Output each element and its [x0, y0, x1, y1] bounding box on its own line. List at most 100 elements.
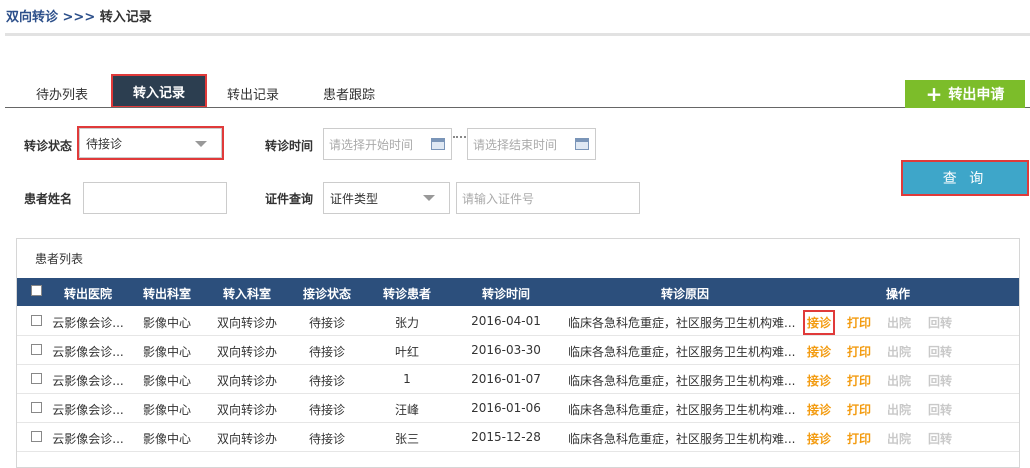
header-actions: 操作: [885, 287, 910, 301]
status-select[interactable]: 待接诊: [77, 126, 224, 160]
cell-status: 待接诊: [308, 316, 345, 330]
row-checkbox[interactable]: [31, 402, 42, 413]
header-reason: 转诊原因: [660, 287, 709, 301]
cell-status: 待接诊: [308, 345, 345, 359]
row-checkbox[interactable]: [31, 373, 42, 384]
calendar-icon[interactable]: [575, 138, 589, 150]
breadcrumb: 双向转诊 >>> 转入记录: [6, 6, 152, 25]
discharge-link[interactable]: 出院: [887, 343, 911, 360]
date-range-separator: [453, 136, 466, 138]
discharge-link[interactable]: 出院: [887, 401, 911, 418]
cell-out-hospital: 云影像会诊...: [52, 403, 124, 417]
id-number-input[interactable]: 请输入证件号: [456, 182, 640, 214]
id-number-placeholder: 请输入证件号: [462, 191, 535, 206]
select-all-checkbox[interactable]: [31, 285, 42, 296]
accept-link[interactable]: 接诊: [807, 372, 831, 389]
tabs-underline: [5, 107, 1030, 108]
status-label: 转诊状态: [24, 139, 73, 153]
transfer-out-apply-button[interactable]: + 转出申请: [905, 80, 1025, 108]
accept-link[interactable]: 接诊: [807, 401, 831, 418]
query-button[interactable]: 查 询: [901, 160, 1029, 196]
cell-in-dept: 双向转诊办: [216, 345, 277, 359]
header-time: 转诊时间: [481, 287, 530, 301]
print-link[interactable]: 打印: [847, 401, 871, 418]
cell-in-dept: 双向转诊办: [216, 432, 277, 446]
plus-icon: +: [925, 82, 943, 106]
cell-reason: 临床各急科危重症，社区服务卫生机构难...: [568, 432, 796, 446]
cell-in-dept: 双向转诊办: [216, 374, 277, 388]
cell-out-dept: 影像中心: [142, 316, 191, 330]
accept-link[interactable]: 接诊: [807, 343, 831, 360]
row-checkbox[interactable]: [31, 431, 42, 442]
discharge-link[interactable]: 出院: [887, 314, 911, 331]
cell-out-hospital: 云影像会诊...: [52, 316, 124, 330]
cell-out-dept: 影像中心: [142, 374, 191, 388]
accept-link[interactable]: 接诊: [807, 430, 831, 447]
end-date-input[interactable]: 请选择结束时间: [467, 128, 596, 160]
print-link[interactable]: 打印: [847, 372, 871, 389]
discharge-link[interactable]: 出院: [887, 372, 911, 389]
cell-in-dept: 双向转诊办: [216, 403, 277, 417]
row-divider: [17, 393, 1019, 394]
cell-patient: 1: [403, 372, 411, 386]
transfer-time-label: 转诊时间: [265, 139, 314, 153]
header-out-hospital: 转出医院: [63, 287, 112, 301]
return-link[interactable]: 回转: [928, 430, 952, 447]
cell-reason: 临床各急科危重症，社区服务卫生机构难...: [568, 316, 796, 330]
tab-todo-list[interactable]: 待办列表: [36, 84, 88, 103]
cell-status: 待接诊: [308, 432, 345, 446]
print-link[interactable]: 打印: [847, 430, 871, 447]
start-date-placeholder: 请选择开始时间: [329, 137, 414, 152]
header-in-dept: 转入科室: [222, 287, 271, 301]
chevron-down-icon: [195, 141, 207, 147]
accept-link[interactable]: 接诊: [802, 310, 836, 335]
cell-time: 2016-04-01: [471, 314, 541, 328]
row-divider: [17, 335, 1019, 336]
id-type-select[interactable]: 证件类型: [323, 182, 450, 214]
cell-reason: 临床各急科危重症，社区服务卫生机构难...: [568, 345, 796, 359]
return-link[interactable]: 回转: [928, 314, 952, 331]
row-checkbox[interactable]: [31, 344, 42, 355]
header-patient: 转诊患者: [382, 287, 431, 301]
return-link[interactable]: 回转: [928, 372, 952, 389]
return-link[interactable]: 回转: [928, 401, 952, 418]
cell-patient: 叶红: [394, 345, 419, 359]
tab-patient-tracking[interactable]: 患者跟踪: [323, 84, 375, 103]
cell-time: 2016-03-30: [471, 343, 541, 357]
breadcrumb-separator: >>>: [58, 10, 100, 25]
patient-name-label: 患者姓名: [24, 192, 73, 206]
return-link[interactable]: 回转: [928, 343, 952, 360]
row-divider: [17, 451, 1019, 452]
cell-out-dept: 影像中心: [142, 345, 191, 359]
id-query-label: 证件查询: [265, 192, 314, 206]
cell-status: 待接诊: [308, 374, 345, 388]
discharge-link[interactable]: 出院: [887, 430, 911, 447]
cell-reason: 临床各急科危重症，社区服务卫生机构难...: [568, 374, 796, 388]
breadcrumb-root[interactable]: 双向转诊: [6, 10, 58, 25]
top-divider: [5, 33, 1030, 36]
cell-time: 2015-12-28: [471, 430, 541, 444]
tab-transfer-out-records[interactable]: 转出记录: [227, 84, 279, 103]
breadcrumb-current: 转入记录: [99, 10, 152, 25]
print-link[interactable]: 打印: [847, 343, 871, 360]
panel-title: 患者列表: [35, 252, 84, 266]
cell-patient: 汪峰: [394, 403, 419, 417]
header-status: 接诊状态: [302, 287, 351, 301]
cell-patient: 张三: [394, 432, 419, 446]
cell-out-hospital: 云影像会诊...: [52, 374, 124, 388]
cell-out-hospital: 云影像会诊...: [52, 432, 124, 446]
cell-time: 2016-01-06: [471, 401, 541, 415]
row-divider: [17, 422, 1019, 423]
start-date-input[interactable]: 请选择开始时间: [323, 128, 452, 160]
cell-status: 待接诊: [308, 403, 345, 417]
tab-transfer-in-records[interactable]: 转入记录: [111, 74, 207, 108]
transfer-out-apply-label: 转出申请: [948, 87, 1005, 103]
cell-patient: 张力: [394, 316, 419, 330]
calendar-icon[interactable]: [431, 138, 445, 150]
row-checkbox[interactable]: [31, 315, 42, 326]
cell-in-dept: 双向转诊办: [216, 316, 277, 330]
cell-reason: 临床各急科危重症，社区服务卫生机构难...: [568, 403, 796, 417]
cell-out-dept: 影像中心: [142, 403, 191, 417]
print-link[interactable]: 打印: [847, 314, 871, 331]
patient-name-input[interactable]: [83, 182, 227, 214]
